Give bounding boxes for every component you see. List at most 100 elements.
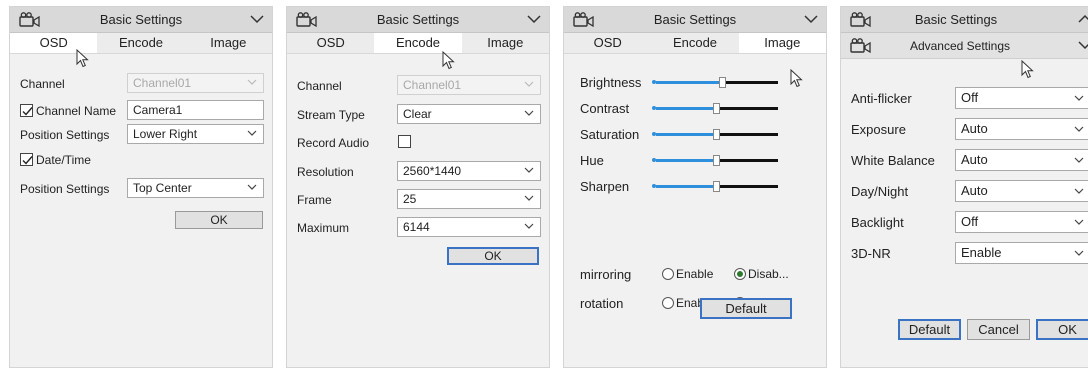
slider-fill (656, 107, 713, 110)
slider-handle[interactable] (713, 155, 720, 166)
slider-row: Sharpen (564, 175, 826, 197)
position-settings2-select[interactable]: Top Center (127, 178, 264, 198)
slider-handle[interactable] (719, 77, 726, 88)
3d-nr-select[interactable]: Enable (955, 242, 1088, 264)
slider-handle[interactable] (713, 129, 720, 140)
slider-label: Hue (580, 153, 604, 168)
dropdown-arrow-icon (247, 130, 257, 136)
mirroring-row: mirroring Enable Disab... (564, 263, 826, 285)
datetime-row: Date/Time (10, 151, 272, 173)
day-night-select[interactable]: Auto (955, 180, 1088, 202)
default-button[interactable]: Default (898, 319, 961, 340)
slider-track[interactable] (652, 180, 778, 192)
slider-fill (656, 81, 719, 84)
slider-handle[interactable] (713, 181, 720, 192)
slider-label: Sharpen (580, 179, 630, 194)
basic-settings-header[interactable]: Basic Settings (841, 7, 1088, 33)
slider-rest (720, 185, 778, 188)
dropdown-arrow-icon (1074, 219, 1084, 225)
channel-select: Channel01 (397, 75, 541, 95)
record-audio-checkbox[interactable] (398, 135, 411, 148)
anti-flicker-select[interactable]: Off (955, 87, 1088, 109)
position-settings-row: Position Settings Lower Right (10, 124, 272, 146)
chevron-down-icon[interactable] (250, 14, 264, 24)
ok-button[interactable]: OK (447, 247, 539, 265)
basic-settings-header[interactable]: Basic Settings (564, 7, 826, 33)
position-settings-select[interactable]: Lower Right (127, 124, 264, 144)
panel-title: Basic Settings (653, 12, 737, 27)
rotation-enable-radio[interactable] (662, 297, 674, 309)
image-settings-panel: Basic Settings OSD Encode Image Brightne… (563, 6, 827, 368)
white-balance-row: White Balance Auto (841, 149, 1088, 171)
tab-encode[interactable]: Encode (651, 33, 738, 53)
channel-label: Channel (20, 77, 65, 91)
white-balance-label: White Balance (851, 153, 935, 168)
tab-image[interactable]: Image (738, 33, 826, 53)
resolution-label: Resolution (297, 165, 354, 179)
mirroring-disable-radio[interactable] (734, 268, 746, 280)
ok-button[interactable]: OK (1036, 319, 1088, 340)
chevron-down-icon[interactable] (1078, 40, 1088, 50)
slider-fill (656, 133, 713, 136)
channel-name-row: Channel Name Camera1 (10, 100, 272, 122)
mirroring-enable-label: Enable (676, 267, 714, 281)
dropdown-arrow-icon (247, 184, 257, 190)
maximum-select[interactable]: 6144 (397, 217, 541, 237)
settings-tabs: OSD Encode Image (564, 33, 826, 54)
exposure-select[interactable]: Auto (955, 118, 1088, 140)
mouse-cursor-icon (76, 49, 89, 68)
slider-track[interactable] (652, 102, 778, 114)
slider-row: Contrast (564, 97, 826, 119)
stream-type-row: Stream Type Clear (287, 104, 549, 126)
exposure-label: Exposure (851, 122, 906, 137)
channel-name-checkbox[interactable] (20, 104, 33, 117)
slider-label: Contrast (580, 101, 630, 116)
record-audio-row: Record Audio (287, 132, 549, 154)
channel-row: Channel Channel01 (10, 73, 272, 95)
encode-settings-panel: Basic Settings OSD Encode Image Channel … (286, 6, 550, 368)
slider-row: Brightness (564, 71, 826, 93)
ok-button[interactable]: OK (175, 211, 263, 229)
channel-label: Channel (297, 79, 342, 93)
tab-osd[interactable]: OSD (287, 33, 374, 53)
position-settings2-row: Position Settings Top Center (10, 178, 272, 200)
slider-label: Brightness (580, 75, 642, 90)
frame-select[interactable]: 25 (397, 189, 541, 209)
slider-rest (726, 81, 778, 84)
slider-track[interactable] (652, 128, 778, 140)
datetime-checkbox[interactable] (20, 153, 33, 166)
frame-label: Frame (297, 193, 332, 207)
tab-image[interactable]: Image (185, 33, 272, 53)
slider-row: Saturation (564, 123, 826, 145)
checkmark-icon (22, 107, 33, 116)
checkmark-icon (22, 156, 33, 165)
mirroring-disable-label: Disab... (748, 267, 789, 281)
slider-row: Hue (564, 149, 826, 171)
slider-track[interactable] (652, 76, 778, 88)
advanced-settings-header[interactable]: Advanced Settings (841, 33, 1088, 59)
white-balance-select[interactable]: Auto (955, 149, 1088, 171)
stream-type-select[interactable]: Clear (397, 104, 541, 124)
dropdown-arrow-icon (1074, 126, 1084, 132)
slider-track[interactable] (652, 154, 778, 166)
basic-settings-header[interactable]: Basic Settings (287, 7, 549, 33)
chevron-up-icon[interactable] (1078, 14, 1088, 24)
slider-handle[interactable] (713, 103, 720, 114)
cancel-button[interactable]: Cancel (967, 319, 1030, 340)
tab-image[interactable]: Image (462, 33, 549, 53)
resolution-select[interactable]: 2560*1440 (397, 161, 541, 181)
basic-settings-header[interactable]: Basic Settings (10, 7, 272, 33)
channel-name-input[interactable]: Camera1 (127, 100, 264, 120)
channel-select: Channel01 (127, 73, 264, 93)
chevron-down-icon[interactable] (804, 14, 818, 24)
backlight-select[interactable]: Off (955, 211, 1088, 233)
tab-encode[interactable]: Encode (97, 33, 184, 53)
tab-encode[interactable]: Encode (374, 33, 462, 53)
slider-fill (656, 159, 713, 162)
chevron-down-icon[interactable] (527, 14, 541, 24)
tab-osd[interactable]: OSD (564, 33, 651, 53)
default-button[interactable]: Default (700, 298, 792, 319)
slider-fill (656, 185, 713, 188)
dropdown-arrow-icon (524, 195, 534, 201)
mirroring-enable-radio[interactable] (662, 268, 674, 280)
